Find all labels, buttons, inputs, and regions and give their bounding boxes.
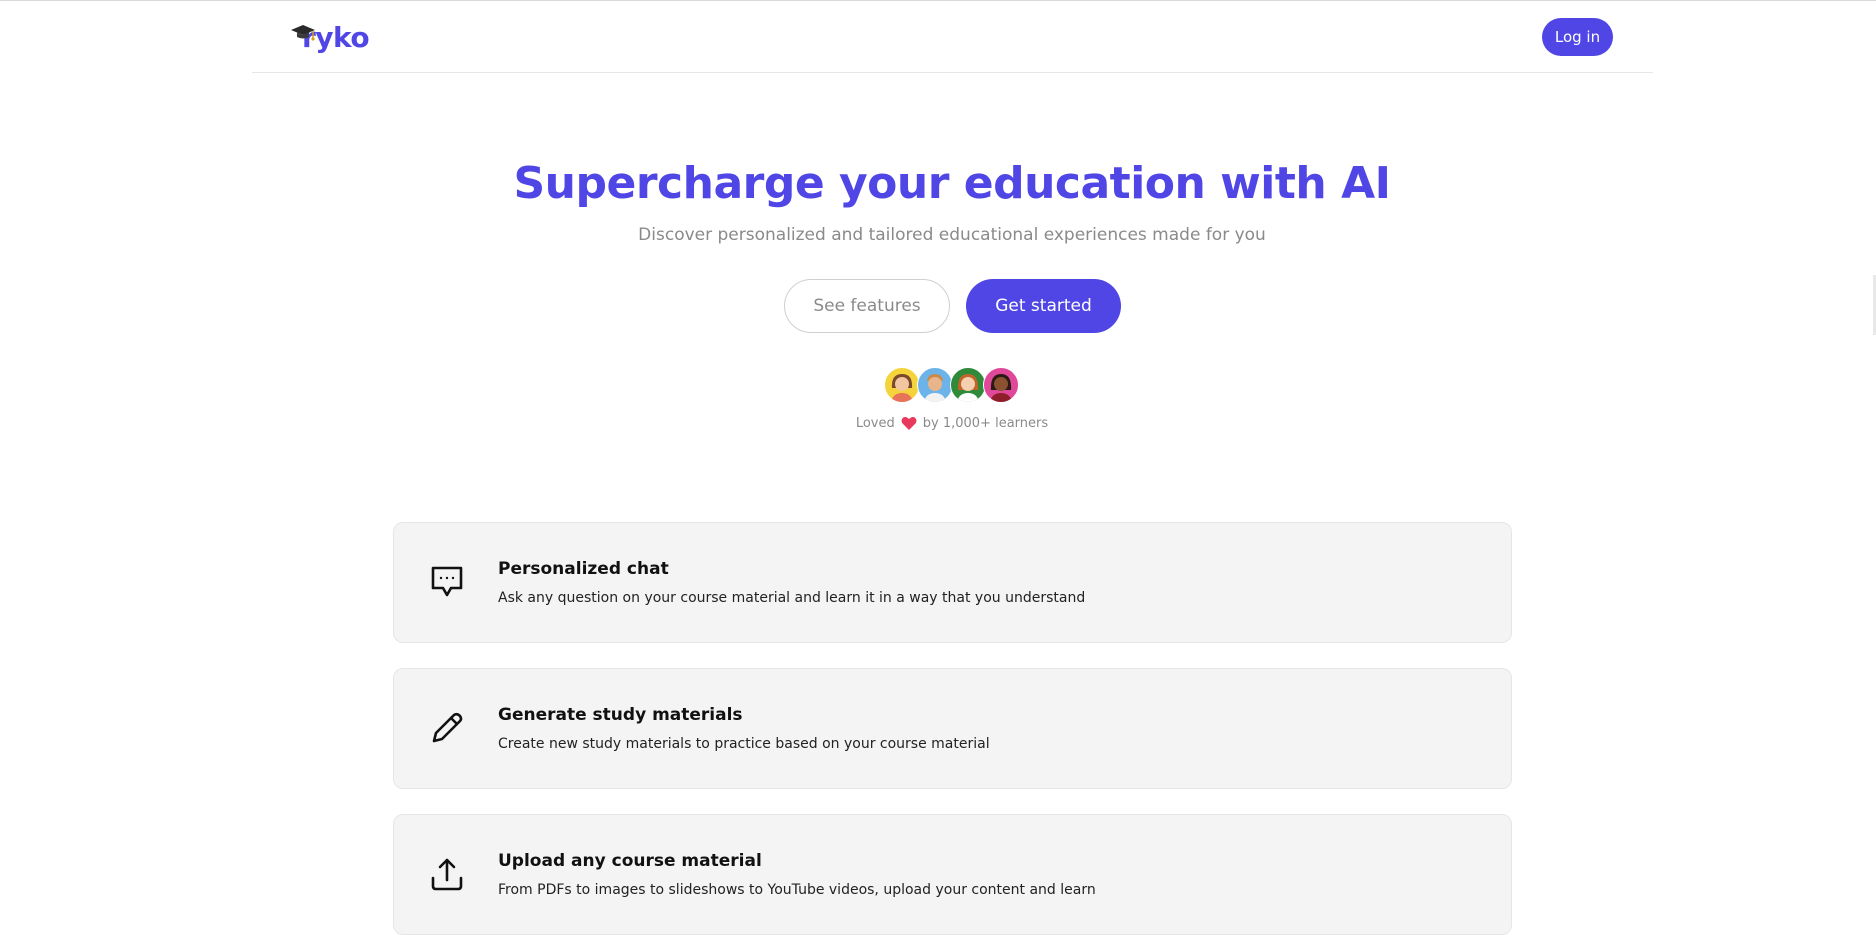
get-started-button[interactable]: Get started xyxy=(966,279,1121,333)
see-features-button[interactable]: See features xyxy=(784,279,950,333)
feature-card-generate-study-materials: Generate study materials Create new stud… xyxy=(393,668,1512,789)
feature-card-upload-course-material: Upload any course material From PDFs to … xyxy=(393,814,1512,935)
feature-card-personalized-chat: Personalized chat Ask any question on yo… xyxy=(393,522,1512,643)
learner-avatars xyxy=(884,367,1024,403)
feature-description: From PDFs to images to slideshows to You… xyxy=(498,882,1096,898)
feature-description: Create new study materials to practice b… xyxy=(498,736,990,752)
upload-icon xyxy=(431,858,463,891)
login-button[interactable]: Log in xyxy=(1542,18,1613,56)
social-proof: Loved by 1,000+ learners xyxy=(0,416,1876,431)
logo[interactable]: ryko xyxy=(291,17,370,57)
feature-title: Generate study materials xyxy=(498,705,743,725)
social-proof-prefix: Loved xyxy=(855,416,895,431)
hero-subtitle: Discover personalized and tailored educa… xyxy=(638,225,1266,245)
chat-bubble-icon xyxy=(431,566,463,597)
pencil-icon xyxy=(432,712,463,743)
graduation-cap-icon xyxy=(291,25,315,41)
avatar xyxy=(917,367,953,403)
avatar xyxy=(950,367,986,403)
feature-title: Upload any course material xyxy=(498,851,762,871)
social-proof-suffix: by 1,000+ learners xyxy=(922,416,1049,431)
feature-title: Personalized chat xyxy=(498,559,669,579)
hero-title: Supercharge your education with AI xyxy=(513,158,1391,209)
heart-icon xyxy=(901,417,917,430)
feature-description: Ask any question on your course material… xyxy=(498,590,1086,606)
avatar xyxy=(884,367,920,403)
site-header: ryko Log in xyxy=(252,1,1653,73)
avatar xyxy=(983,367,1019,403)
